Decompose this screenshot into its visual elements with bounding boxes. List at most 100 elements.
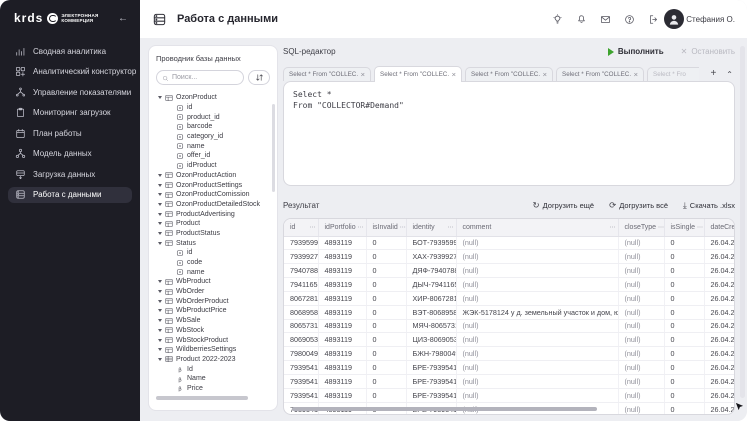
caret-down-icon[interactable] (158, 339, 162, 342)
tree-item[interactable]: aoffer_id (156, 151, 270, 161)
sidebar-item-analytics[interactable]: Сводная аналитика (8, 43, 132, 59)
tree-item[interactable]: WbProduct (156, 277, 270, 287)
load-all-button[interactable]: ⟳ Догрузить всё (609, 201, 668, 210)
content-vertical-scrollbar[interactable] (740, 46, 745, 398)
tree-item[interactable]: ProductAdvertising (156, 209, 270, 219)
logout-icon[interactable] (648, 14, 659, 25)
add-tab-icon[interactable]: + (710, 69, 716, 79)
tree-item[interactable]: WbSale (156, 316, 270, 326)
sidebar-item-indicators[interactable]: Управление показателями (8, 84, 132, 100)
tree-item[interactable]: Status (156, 238, 270, 248)
column-menu-icon[interactable]: ⋯ (398, 224, 405, 231)
caret-down-icon[interactable] (158, 348, 162, 351)
sql-tab[interactable]: Select * From "COLLEC...× (556, 67, 644, 81)
sidebar-item-constructor[interactable]: Аналитический конструктор (8, 64, 132, 80)
tree-item[interactable]: acategory_id (156, 132, 270, 142)
explorer-vertical-scrollbar[interactable] (272, 104, 275, 192)
tree-item[interactable]: OzonProductSettings (156, 180, 270, 190)
sort-button[interactable] (248, 70, 270, 85)
tree-item[interactable]: Product 2022-2023 (156, 355, 270, 365)
close-tab-icon[interactable]: × (543, 70, 547, 79)
tree-item[interactable]: OzonProduct (156, 93, 270, 103)
sql-tab[interactable]: Select * From "COLLEC...× (283, 67, 371, 81)
column-menu-icon[interactable]: ⋯ (308, 224, 315, 231)
caret-down-icon[interactable] (158, 222, 162, 225)
mail-icon[interactable] (600, 14, 611, 25)
caret-down-icon[interactable] (158, 319, 162, 322)
tree-item[interactable]: WbOrderProduct (156, 296, 270, 306)
column-header-closeType[interactable]: closeType⋯ (618, 219, 664, 236)
tree-item[interactable]: acode (156, 258, 270, 268)
column-menu-icon[interactable]: ⋯ (695, 224, 702, 231)
tree-item[interactable]: WbOrder (156, 287, 270, 297)
column-header-identity[interactable]: identity⋯ (406, 219, 456, 236)
caret-down-icon[interactable] (158, 300, 162, 303)
download-xlsx-button[interactable]: ⤓ Скачать .xlsx (683, 201, 735, 210)
help-icon[interactable] (624, 14, 635, 25)
tree-item[interactable]: OzonProductComission (156, 190, 270, 200)
caret-down-icon[interactable] (158, 280, 162, 283)
caret-down-icon[interactable] (158, 213, 162, 216)
column-header-idPortfolio[interactable]: idPortfolio⋯ (318, 219, 366, 236)
sql-tab[interactable]: Select * From "COLLEC...× (374, 66, 462, 82)
sidebar-item-monitoring[interactable]: Мониторинг загрузок (8, 105, 132, 121)
caret-down-icon[interactable] (158, 309, 162, 312)
stop-button[interactable]: ✕ Остановить (681, 47, 735, 56)
tree-item[interactable]: aid (156, 248, 270, 258)
column-menu-icon[interactable]: ⋯ (356, 224, 363, 231)
tree-item[interactable]: aid (156, 103, 270, 113)
tree-item[interactable]: abarcode (156, 122, 270, 132)
tree-item[interactable]: aidProduct (156, 161, 270, 171)
caret-down-icon[interactable] (158, 329, 162, 332)
column-menu-icon[interactable]: ⋯ (656, 224, 663, 231)
close-tab-icon[interactable]: × (634, 70, 638, 79)
search-input[interactable]: Поиск... (156, 70, 244, 85)
sidebar-item-model[interactable]: Модель данных (8, 146, 132, 162)
close-tab-icon[interactable]: × (361, 70, 365, 79)
sidebar-collapse-icon[interactable]: ← (118, 13, 128, 24)
caret-down-icon[interactable] (158, 184, 162, 187)
load-more-button[interactable]: ↻ Догрузить ещё (532, 201, 594, 210)
column-menu-icon[interactable]: ⋯ (608, 224, 615, 231)
sql-editor[interactable]: Select * From "COLLECTOR#Demand" (283, 81, 735, 186)
tree-item[interactable]: WbProductPrice (156, 306, 270, 316)
tree-item[interactable]: aname (156, 141, 270, 151)
tree-item[interactable]: ProductStatus (156, 229, 270, 239)
close-tab-icon[interactable]: × (452, 70, 456, 79)
column-header-isInvalid[interactable]: isInvalid⋯ (366, 219, 406, 236)
sidebar-item-upload[interactable]: Загрузка данных (8, 166, 132, 182)
tree-item[interactable]: WbStock (156, 326, 270, 336)
tree-item[interactable]: WbStockProduct (156, 335, 270, 345)
caret-down-icon[interactable] (158, 242, 162, 245)
table-horizontal-scrollbar[interactable] (292, 407, 597, 411)
sidebar-item-plan[interactable]: План работы (8, 125, 132, 141)
explorer-horizontal-scrollbar[interactable] (156, 396, 248, 400)
tree-item[interactable]: βId (156, 364, 270, 374)
sql-tab[interactable]: Select * Fro (647, 67, 699, 81)
tree-item[interactable]: aproduct_id (156, 112, 270, 122)
idea-icon[interactable] (552, 14, 563, 25)
sidebar-item-database[interactable]: Работа с данными (8, 187, 132, 203)
column-header-id[interactable]: id⋯ (284, 219, 318, 236)
caret-down-icon[interactable] (158, 96, 162, 99)
avatar[interactable] (664, 9, 684, 29)
collapse-editor-icon[interactable]: ⌃ (726, 70, 733, 79)
caret-down-icon[interactable] (158, 203, 162, 206)
tree-item[interactable]: βName (156, 374, 270, 384)
column-header-dateCre[interactable]: dateCre⋯ (704, 219, 735, 236)
column-header-isSingle[interactable]: isSingle⋯ (664, 219, 704, 236)
caret-down-icon[interactable] (158, 358, 162, 361)
caret-down-icon[interactable] (158, 193, 162, 196)
tree-item[interactable]: Product (156, 219, 270, 229)
tree-item[interactable]: OzonProductDetailedStock (156, 200, 270, 210)
column-header-comment[interactable]: comment⋯ (456, 219, 618, 236)
tree-item[interactable]: WildberriesSettings (156, 345, 270, 355)
tree-item[interactable]: aname (156, 267, 270, 277)
column-menu-icon[interactable]: ⋯ (446, 224, 453, 231)
run-button[interactable]: Выполнить (608, 47, 664, 56)
notifications-icon[interactable] (576, 14, 587, 25)
tree-item[interactable]: OzonProductAction (156, 171, 270, 181)
sql-tab[interactable]: Select * From "COLLEC...× (465, 67, 553, 81)
caret-down-icon[interactable] (158, 290, 162, 293)
tree-item[interactable]: βPrice (156, 384, 270, 394)
